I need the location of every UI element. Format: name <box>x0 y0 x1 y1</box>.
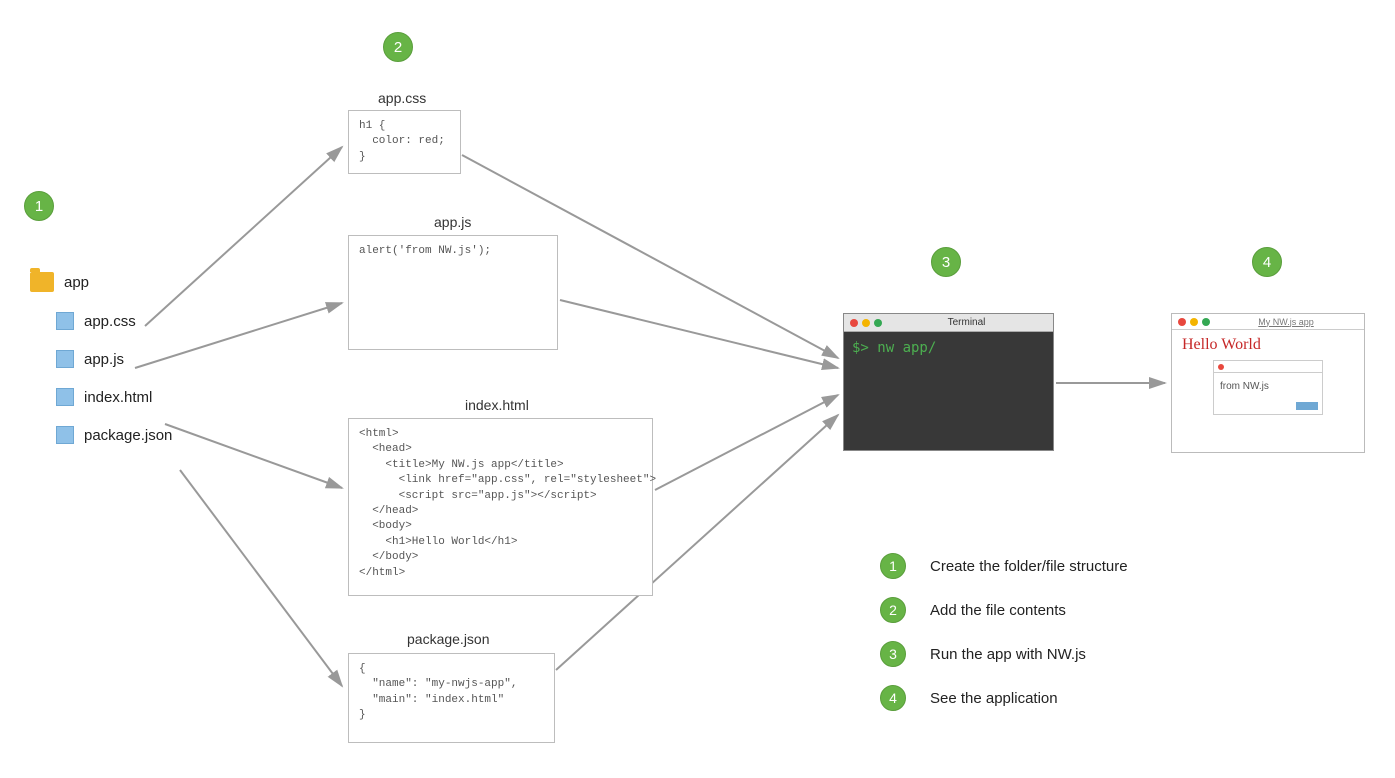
app-titlebar: My NW.js app <box>1172 314 1364 330</box>
badge-num: 1 <box>889 558 897 574</box>
window-max-icon <box>874 319 882 327</box>
alert-dialog: from NW.js <box>1213 360 1323 415</box>
badge-num: 2 <box>394 39 402 56</box>
folder-icon <box>30 272 54 292</box>
legend-text: Run the app with NW.js <box>930 646 1086 663</box>
terminal-command: $> nw app/ <box>844 332 1053 364</box>
legend-text: Create the folder/file structure <box>930 558 1128 575</box>
alert-close-icon <box>1218 364 1224 370</box>
code-title-js: app.js <box>434 214 471 230</box>
legend-badge-2: 2 <box>880 597 906 623</box>
terminal-titlebar: Terminal <box>844 314 1053 332</box>
legend-row: 3 Run the app with NW.js <box>880 641 1128 667</box>
code-box-js: alert('from NW.js'); <box>348 235 558 350</box>
app-window: My NW.js app Hello World from NW.js <box>1171 313 1365 453</box>
step-badge-3: 3 <box>931 247 961 277</box>
legend-text: See the application <box>930 690 1058 707</box>
code-title-css: app.css <box>378 90 426 106</box>
terminal-title: Terminal <box>886 317 1047 328</box>
tree-file-row: app.css <box>56 312 172 330</box>
badge-num: 3 <box>889 646 897 662</box>
alert-text: from NW.js <box>1214 373 1322 400</box>
code-box-html: <html> <head> <title>My NW.js app</title… <box>348 418 653 596</box>
alert-titlebar <box>1214 361 1322 373</box>
window-max-icon <box>1202 318 1210 326</box>
file-icon <box>56 350 74 368</box>
code-box-json: { "name": "my-nwjs-app", "main": "index.… <box>348 653 555 743</box>
step-badge-1: 1 <box>24 191 54 221</box>
folder-label: app <box>64 274 89 291</box>
terminal-window: Terminal $> nw app/ <box>843 313 1054 451</box>
file-icon <box>56 426 74 444</box>
file-label: package.json <box>84 427 172 444</box>
step-badge-2: 2 <box>383 32 413 62</box>
legend-row: 2 Add the file contents <box>880 597 1128 623</box>
file-icon <box>56 312 74 330</box>
code-title-json: package.json <box>407 631 490 647</box>
file-label: app.js <box>84 351 124 368</box>
badge-num: 1 <box>35 198 43 215</box>
window-min-icon <box>862 319 870 327</box>
code-title-html: index.html <box>465 397 529 413</box>
legend-row: 4 See the application <box>880 685 1128 711</box>
app-window-title: My NW.js app <box>1214 317 1358 327</box>
tree-file-row: index.html <box>56 388 172 406</box>
code-box-css: h1 { color: red; } <box>348 110 461 174</box>
file-label: app.css <box>84 313 136 330</box>
window-close-icon <box>850 319 858 327</box>
tree-folder-row: app <box>30 272 172 292</box>
file-icon <box>56 388 74 406</box>
legend: 1 Create the folder/file structure 2 Add… <box>880 553 1128 729</box>
legend-badge-4: 4 <box>880 685 906 711</box>
legend-badge-3: 3 <box>880 641 906 667</box>
badge-num: 4 <box>889 690 897 706</box>
legend-text: Add the file contents <box>930 602 1066 619</box>
badge-num: 3 <box>942 254 950 271</box>
window-min-icon <box>1190 318 1198 326</box>
tree-file-row: app.js <box>56 350 172 368</box>
file-label: index.html <box>84 389 152 406</box>
badge-num: 4 <box>1263 254 1271 271</box>
tree-file-row: package.json <box>56 426 172 444</box>
file-tree: app app.css app.js index.html package.js… <box>30 272 172 464</box>
badge-num: 2 <box>889 602 897 618</box>
step-badge-4: 4 <box>1252 247 1282 277</box>
legend-badge-1: 1 <box>880 553 906 579</box>
app-heading: Hello World <box>1172 330 1364 360</box>
window-close-icon <box>1178 318 1186 326</box>
legend-row: 1 Create the folder/file structure <box>880 553 1128 579</box>
alert-ok-button <box>1296 402 1318 410</box>
